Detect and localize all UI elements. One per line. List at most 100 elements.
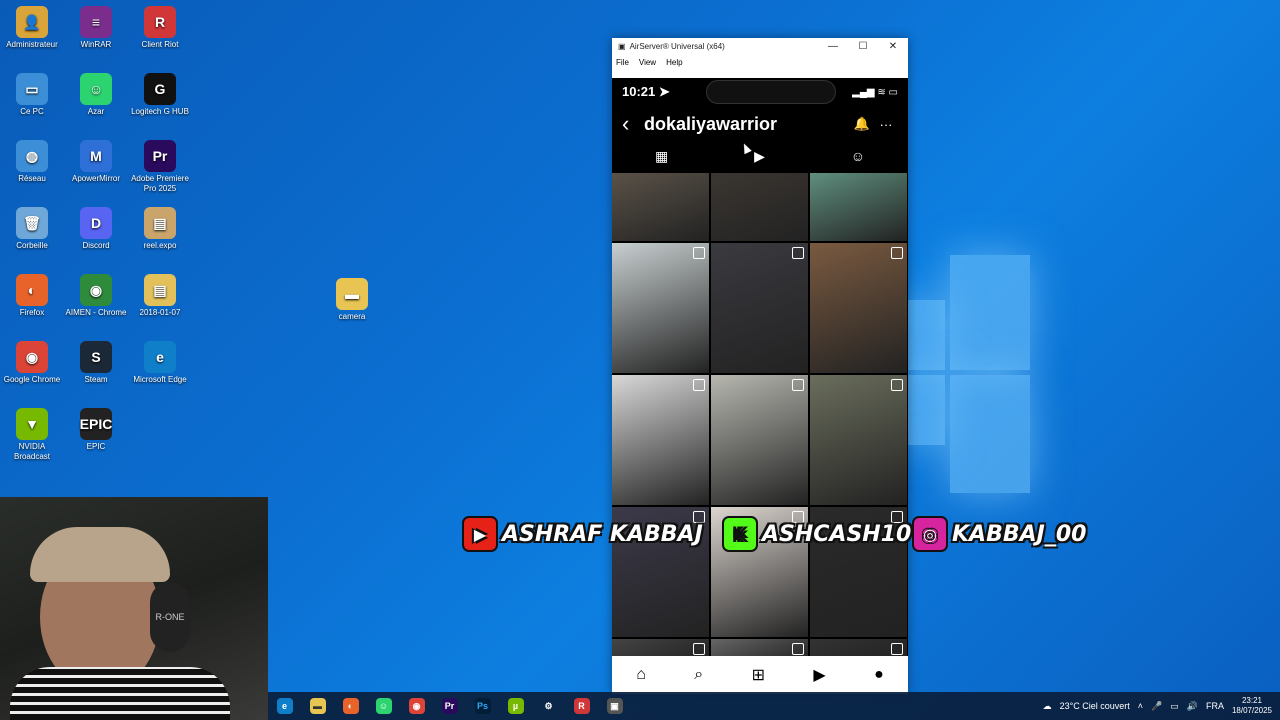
app-icon: ▭ (16, 73, 48, 105)
clock-date: 18/07/2025 (1231, 706, 1272, 715)
app-icon: S (80, 341, 112, 373)
firefox-taskbar-icon[interactable]: ◐ (334, 692, 367, 720)
desktop-icon[interactable]: 👤 Administrateur (0, 6, 64, 50)
windows-logo (905, 255, 1030, 495)
edge-taskbar-icon[interactable]: e (268, 692, 301, 720)
desktop-icon[interactable]: ☺ Azar (64, 73, 128, 117)
post-thumbnail[interactable] (711, 173, 808, 241)
home-icon[interactable]: ⌂ (636, 666, 646, 684)
airserver-window[interactable]: ▣ AirServer® Universal (x64) — ☐ ✕ File … (612, 38, 908, 694)
photoshop-taskbar-icon[interactable]: Ps (466, 692, 499, 720)
premiere-taskbar-icon[interactable]: Pr (433, 692, 466, 720)
network-icon[interactable]: ▭ (1170, 701, 1179, 712)
app-icon: Pr (144, 140, 176, 172)
app-icon: ▣ (618, 42, 626, 51)
desktop-icon-label: Microsoft Edge (133, 375, 187, 384)
language-indicator[interactable]: FRA (1206, 701, 1224, 711)
desktop-icon[interactable]: e Microsoft Edge (128, 341, 192, 385)
bell-icon[interactable]: 🔔 (850, 116, 874, 132)
reel-icon (792, 379, 804, 391)
kick-icon: K (722, 516, 758, 552)
reel-icon (693, 379, 705, 391)
logo-pane (950, 255, 1030, 370)
tab-reels-icon[interactable]: ▶ (754, 148, 765, 165)
azar-taskbar-icon[interactable]: ☺ (367, 692, 400, 720)
desktop-icon[interactable]: R Client Riot (128, 6, 192, 50)
post-thumbnail[interactable] (810, 173, 907, 241)
post-thumbnail[interactable] (612, 243, 709, 373)
maximize-button[interactable]: ☐ (848, 41, 878, 52)
minimize-button[interactable]: — (818, 41, 848, 52)
app-icon: ◍ (16, 140, 48, 172)
menu-file[interactable]: File (616, 58, 629, 67)
desktop-icon[interactable]: ≡ WinRAR (64, 6, 128, 50)
taskbar: e ▬ ◐ ☺ ◉ Pr Ps µ ⚙ R ▣ ☁ 23°C Ciel couv… (268, 692, 1280, 720)
kick-handle: ASHCASH10 (762, 521, 912, 547)
airserver-taskbar-icon[interactable]: ▣ (598, 692, 631, 720)
desktop-icon-label: Ce PC (20, 107, 44, 116)
menu-view[interactable]: View (639, 58, 656, 67)
title-bar[interactable]: ▣ AirServer® Universal (x64) — ☐ ✕ (612, 38, 908, 55)
desktop-icon[interactable]: 🗑 Corbeille (0, 207, 64, 251)
desktop-icon[interactable]: ▤ 2018-01-07 (128, 274, 192, 318)
search-icon[interactable]: ⌕ (694, 666, 703, 684)
post-thumbnail[interactable] (612, 173, 709, 241)
instagram-icon: ◎ (912, 516, 948, 552)
desktop-icon[interactable]: ▭ Ce PC (0, 73, 64, 117)
desktop-icon[interactable]: ◐ Firefox (0, 274, 64, 318)
desktop-icon-label: Steam (84, 375, 108, 384)
desktop-icon[interactable]: EPIC EPIC (64, 408, 128, 452)
post-thumbnail[interactable] (711, 375, 808, 505)
tab-tagged-icon[interactable]: ☺ (851, 148, 865, 164)
mic-icon[interactable]: 🎤 (1151, 701, 1162, 712)
create-icon[interactable]: ⊞ (752, 665, 765, 685)
app-icon: ☺ (80, 73, 112, 105)
profile-avatar[interactable]: ● (874, 666, 884, 684)
desktop-icon[interactable]: S Steam (64, 341, 128, 385)
desktop-icon-camera[interactable]: ▬ camera (320, 278, 384, 322)
clock-time: 23:21 (1241, 696, 1262, 705)
reels-icon[interactable]: ▶ (813, 665, 825, 685)
desktop-icon-label: Firefox (19, 308, 45, 317)
clock[interactable]: 23:21 18/07/2025 (1232, 696, 1272, 716)
social-instagram: ◎ KABBAJ_00 (912, 516, 1086, 552)
desktop-icon[interactable]: ▤ reel.expo (128, 207, 192, 251)
desktop-icon[interactable]: ▼ NVIDIA Broadcast (0, 408, 64, 462)
desktop-icon-label: Azar (87, 107, 105, 116)
more-icon[interactable]: ··· (874, 117, 898, 132)
desktop-icon-label: Discord (82, 241, 110, 250)
dynamic-island (706, 80, 836, 104)
post-thumbnail[interactable] (810, 375, 907, 505)
desktop-icon[interactable]: Pr Adobe Premiere Pro 2025 (128, 140, 192, 194)
tray-chevron-icon[interactable]: ˄ (1138, 701, 1143, 711)
app-icon: G (144, 73, 176, 105)
menu-help[interactable]: Help (666, 58, 682, 67)
tab-grid-icon[interactable]: ▦ (655, 148, 668, 165)
back-icon[interactable]: ‹ (622, 111, 644, 137)
desktop-icon-label: ApowerMirror (71, 174, 120, 183)
explorer-taskbar-icon[interactable]: ▬ (301, 692, 334, 720)
post-thumbnail[interactable] (612, 375, 709, 505)
reel-icon (891, 643, 903, 655)
desktop-icon[interactable]: D Discord (64, 207, 128, 251)
weather-text[interactable]: 23°C Ciel couvert (1060, 701, 1130, 711)
utorrent-taskbar-icon[interactable]: µ (499, 692, 532, 720)
desktop-icon[interactable]: M ApowerMirror (64, 140, 128, 184)
window-title: AirServer® Universal (x64) (629, 42, 725, 51)
phone-screen[interactable]: 10:21 ➤ ▂▄▆ ≋ ▭ ‹ dokaliyawarrior 🔔 ··· … (612, 78, 908, 694)
desktop-icon[interactable]: ◍ Réseau (0, 140, 64, 184)
close-button[interactable]: ✕ (878, 41, 908, 52)
app-icon: ◉ (80, 274, 112, 306)
reel-icon (792, 247, 804, 259)
chrome-taskbar-icon[interactable]: ◉ (400, 692, 433, 720)
reel-icon (891, 379, 903, 391)
desktop-icon[interactable]: ◉ Google Chrome (0, 341, 64, 385)
desktop-icon[interactable]: ◉ AIMEN - Chrome (64, 274, 128, 318)
riot-taskbar-icon[interactable]: R (565, 692, 598, 720)
settings-taskbar-icon[interactable]: ⚙ (532, 692, 565, 720)
post-thumbnail[interactable] (711, 243, 808, 373)
volume-icon[interactable]: 🔊 (1187, 701, 1198, 712)
menu-bar: File View Help (612, 55, 908, 70)
desktop-icon[interactable]: G Logitech G HUB (128, 73, 192, 117)
post-thumbnail[interactable] (810, 243, 907, 373)
